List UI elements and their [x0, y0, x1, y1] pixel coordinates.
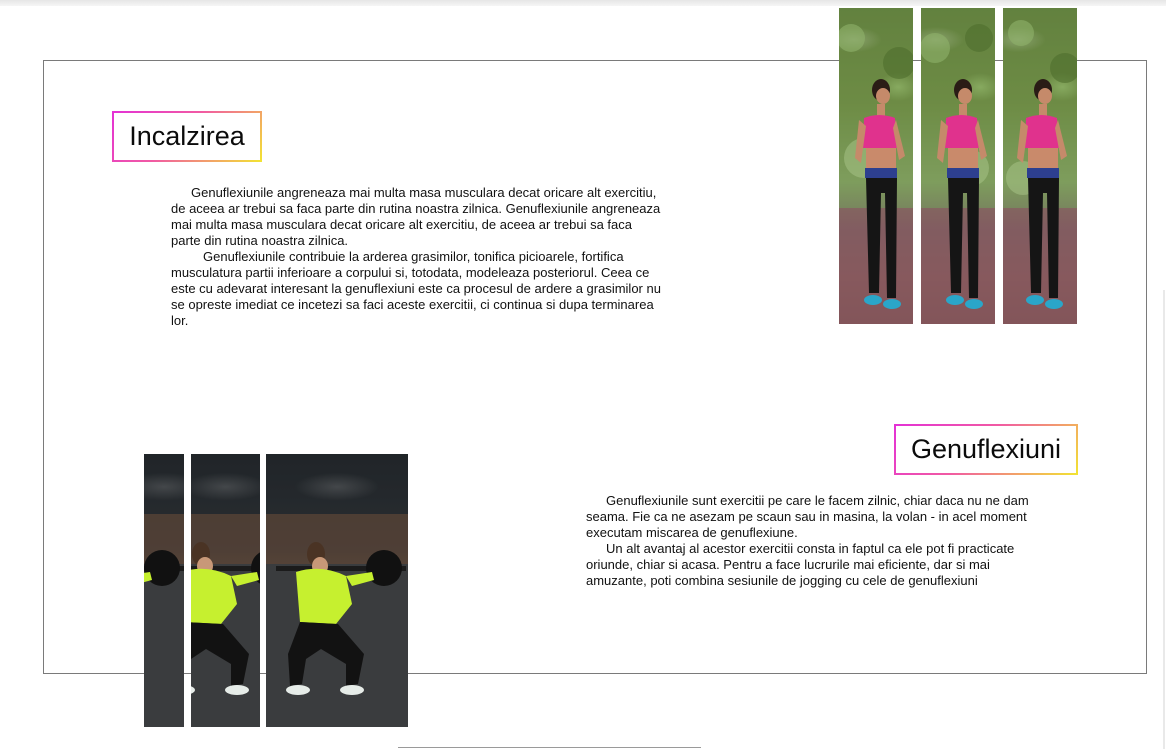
woman-barbell-squat-photo	[144, 454, 184, 727]
top-edge-strip	[0, 0, 1166, 6]
section-1-paragraph-1: Genuflexiunile angreneaza mai multa masa…	[171, 185, 661, 248]
squat-photo-strip-2	[191, 454, 260, 727]
section-2-paragraph-2: Un alt avantaj al acestor exercitii cons…	[586, 541, 1015, 588]
section-1-paragraph-2: Genuflexiunile contribuie la arderea gra…	[171, 249, 661, 328]
woman-barbell-squat-photo	[266, 454, 408, 727]
right-edge-divider	[1163, 290, 1165, 749]
squat-photo-strip-1	[144, 454, 184, 727]
section-title-incalzirea: Incalzirea	[112, 111, 262, 162]
woman-barbell-squat-photo	[191, 454, 260, 727]
woman-jogging-photo	[1003, 8, 1077, 324]
woman-jogging-photo	[921, 8, 995, 324]
woman-jogging-photo	[839, 8, 913, 324]
section-title-genuflexiuni: Genuflexiuni	[894, 424, 1078, 475]
section-2-paragraph-1: Genuflexiunile sunt exercitii pe care le…	[586, 493, 1029, 540]
runner-photo-strip-1	[839, 8, 913, 324]
bottom-divider	[398, 747, 701, 748]
runner-photo-strip-2	[921, 8, 995, 324]
section-title-text: Incalzirea	[129, 121, 245, 151]
squat-photo-strip-3	[266, 454, 408, 727]
section-1-text: Genuflexiunile angreneaza mai multa masa…	[171, 185, 663, 329]
runner-photo-strip-3	[1003, 8, 1077, 324]
section-title-text: Genuflexiuni	[910, 434, 1062, 464]
section-2-text: Genuflexiunile sunt exercitii pe care le…	[586, 493, 1036, 589]
